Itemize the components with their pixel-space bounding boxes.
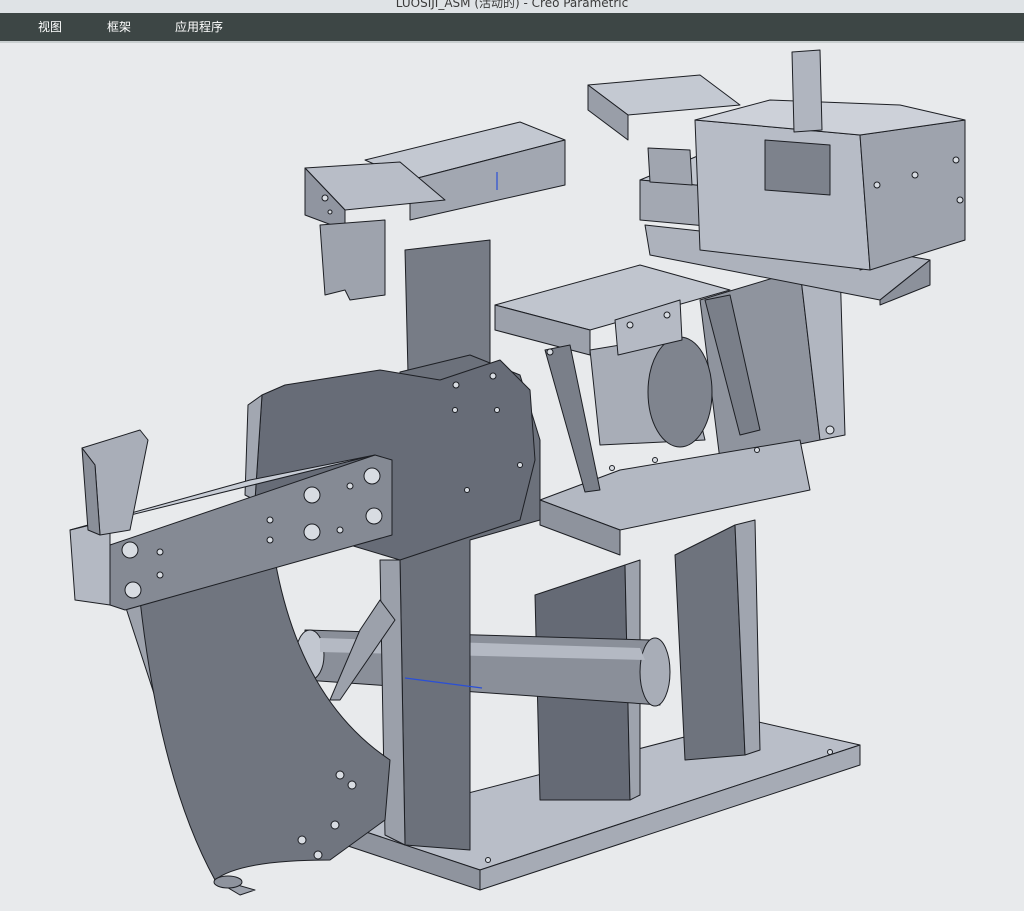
right-bracket [791, 49, 823, 133]
menu-bar: 视图 框架 应用程序 [0, 13, 1024, 43]
sector-plate [139, 559, 391, 881]
menu-item-view[interactable]: 视图 [36, 13, 64, 41]
menu-item-applications[interactable]: 应用程序 [173, 13, 225, 41]
shaft-end-right [639, 637, 671, 707]
assembly-model[interactable] [0, 43, 1024, 911]
rear-post-right [674, 524, 746, 761]
window-title: LUOSIJI_ASM (活动的) - Creo Parametric [395, 0, 629, 10]
menu-item-frame[interactable]: 框架 [105, 13, 133, 41]
right-small-block [647, 147, 693, 186]
window-titlebar: LUOSIJI_ASM (活动的) - Creo Parametric [0, 0, 1024, 13]
right-slot-cutout [764, 139, 831, 196]
right-box-side [859, 119, 966, 271]
left-finger [319, 219, 386, 301]
graphics-viewport[interactable] [0, 43, 1024, 911]
foot [213, 875, 243, 889]
motor-face [647, 336, 713, 448]
